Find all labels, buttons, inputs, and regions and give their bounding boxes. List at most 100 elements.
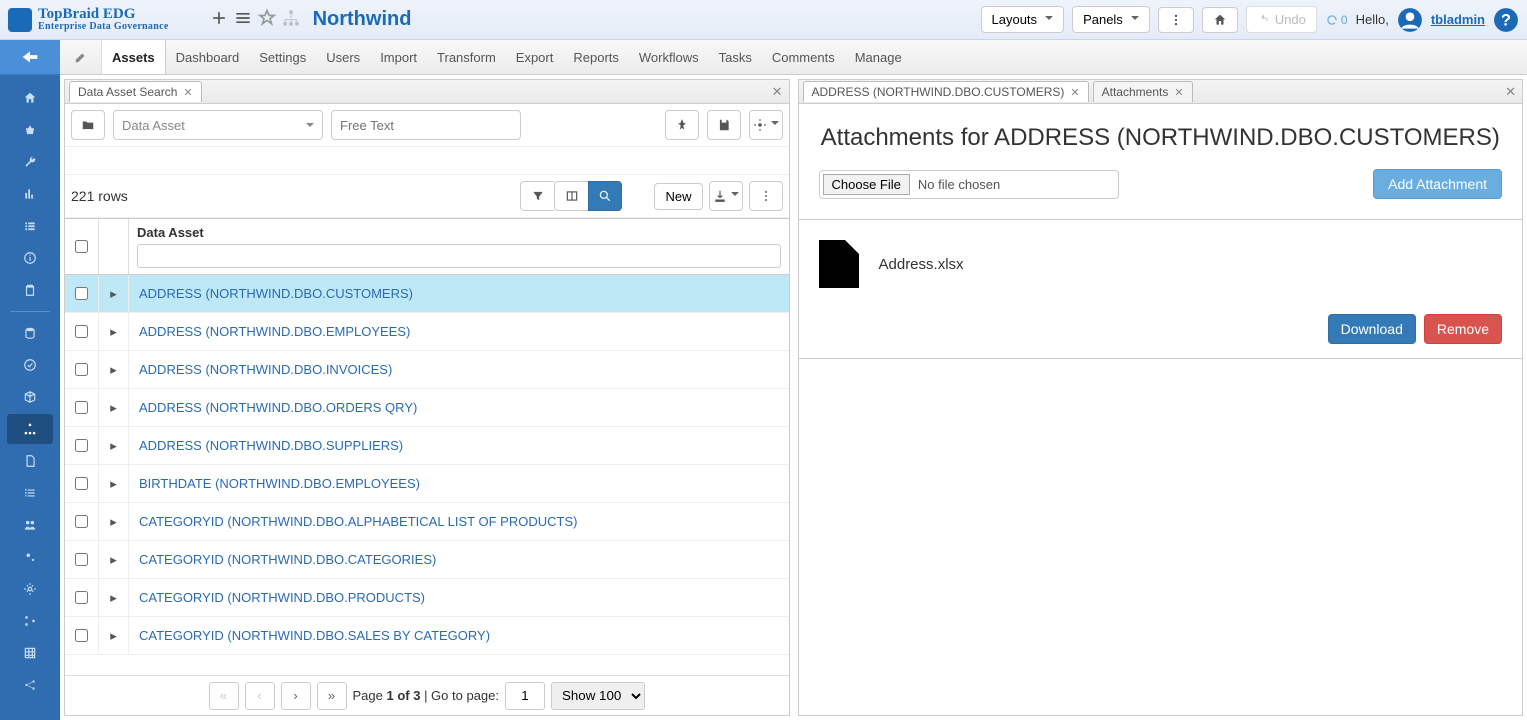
expand-icon[interactable]: ▸ [99,275,129,312]
tab-attachments[interactable]: Attachments ✕ [1093,81,1193,102]
asset-link[interactable]: ADDRESS (NORTHWIND.DBO.SUPPLIERS) [139,438,403,453]
sync-indicator[interactable]: 0 [1325,13,1348,27]
layouts-button[interactable]: Layouts [981,6,1065,33]
expand-icon[interactable]: ▸ [99,389,129,426]
asset-link[interactable]: CATEGORYID (NORTHWIND.DBO.SALES BY CATEG… [139,628,490,643]
rail-wrench-icon[interactable] [7,147,53,177]
row-checkbox[interactable] [75,515,88,528]
table-row[interactable]: ▸ ADDRESS (NORTHWIND.DBO.ORDERS QRY) [65,389,789,427]
asset-link[interactable]: ADDRESS (NORTHWIND.DBO.ORDERS QRY) [139,400,417,415]
export-button[interactable] [709,181,743,211]
expand-icon[interactable]: ▸ [99,541,129,578]
pager-last[interactable]: » [317,682,347,710]
asset-link[interactable]: BIRTHDATE (NORTHWIND.DBO.EMPLOYEES) [139,476,420,491]
menu-workflows[interactable]: Workflows [629,40,709,74]
undo-button[interactable]: Undo [1246,6,1317,33]
row-checkbox[interactable] [75,439,88,452]
rail-cube-icon[interactable] [7,382,53,412]
folder-button[interactable] [71,110,105,140]
row-checkbox[interactable] [75,553,88,566]
asset-link[interactable]: ADDRESS (NORTHWIND.DBO.EMPLOYEES) [139,324,410,339]
asset-link[interactable]: ADDRESS (NORTHWIND.DBO.CUSTOMERS) [139,286,413,301]
rail-info-icon[interactable] [7,243,53,273]
home-button[interactable] [1202,7,1238,33]
remove-button[interactable]: Remove [1424,314,1502,344]
rail-gears-icon[interactable] [7,542,53,572]
search-button[interactable] [588,181,622,211]
panels-button[interactable]: Panels [1072,6,1150,33]
close-icon[interactable]: ✕ [1174,86,1183,99]
close-icon[interactable]: ✕ [183,86,192,99]
rail-gear-icon[interactable] [7,574,53,604]
menu-assets[interactable]: Assets [102,40,166,74]
edit-icon[interactable] [60,40,102,74]
menu-manage[interactable]: Manage [845,40,912,74]
more-button[interactable] [1158,7,1194,33]
table-row[interactable]: ▸ CATEGORYID (NORTHWIND.DBO.CATEGORIES) [65,541,789,579]
rail-assets-icon[interactable] [7,414,53,444]
row-checkbox[interactable] [75,325,88,338]
choose-file-button[interactable]: Choose File [823,174,910,195]
menu-users[interactable]: Users [316,40,370,74]
pager-goto-input[interactable] [505,682,545,710]
pager-first[interactable]: « [209,682,239,710]
select-all-checkbox[interactable] [75,240,88,253]
table-row[interactable]: ▸ADDRESS (NORTHWIND.DBO.INVOICES) [65,351,789,389]
asset-link[interactable]: ADDRESS (NORTHWIND.DBO.INVOICES) [139,362,392,377]
row-checkbox[interactable] [75,629,88,642]
columns-button[interactable] [554,181,588,211]
menu-import[interactable]: Import [370,40,427,74]
expand-icon[interactable]: ▸ [99,503,129,540]
asset-link[interactable]: CATEGORYID (NORTHWIND.DBO.ALPHABETICAL L… [139,514,577,529]
menu-settings[interactable]: Settings [249,40,316,74]
column-header[interactable]: Data Asset [137,225,781,240]
plus-icon[interactable] [209,8,229,31]
row-checkbox[interactable] [75,401,88,414]
column-filter-input[interactable] [137,244,781,268]
more-grid-button[interactable] [749,181,783,211]
menu-export[interactable]: Export [506,40,564,74]
sitemap-icon[interactable] [281,8,301,31]
rail-doc-icon[interactable] [7,446,53,476]
rail-list-icon[interactable] [7,211,53,241]
download-button[interactable]: Download [1328,314,1416,344]
menu-icon[interactable] [233,8,253,31]
asset-link[interactable]: CATEGORYID (NORTHWIND.DBO.PRODUCTS) [139,590,425,605]
filter-button[interactable] [520,181,554,211]
add-attachment-button[interactable]: Add Attachment [1373,169,1502,199]
pager-size-select[interactable]: Show 100 [551,682,645,710]
menu-tasks[interactable]: Tasks [709,40,762,74]
expand-icon[interactable]: ▸ [99,579,129,616]
star-icon[interactable] [257,8,277,31]
table-row[interactable]: ▸ CATEGORYID (NORTHWIND.DBO.PRODUCTS) [65,579,789,617]
asset-link[interactable]: CATEGORYID (NORTHWIND.DBO.CATEGORIES) [139,552,436,567]
rail-check-icon[interactable] [7,350,53,380]
expand-icon[interactable]: ▸ [99,313,129,350]
menu-reports[interactable]: Reports [563,40,629,74]
username-link[interactable]: tbladmin [1431,12,1485,27]
row-checkbox[interactable] [75,591,88,604]
row-checkbox[interactable] [75,363,88,376]
rail-db-icon[interactable] [7,318,53,348]
rail-group-icon[interactable] [7,510,53,540]
pager-prev[interactable]: ‹ [245,682,275,710]
settings-button[interactable] [749,110,783,140]
close-icon[interactable]: ✕ [1070,86,1079,99]
table-row[interactable]: ▸CATEGORYID (NORTHWIND.DBO.SALES BY CATE… [65,617,789,655]
rail-numlist-icon[interactable] [7,478,53,508]
free-text-input[interactable] [331,110,521,140]
expand-icon[interactable]: ▸ [99,465,129,502]
save-button-icon[interactable] [707,110,741,140]
pager-next[interactable]: › [281,682,311,710]
rail-share-icon[interactable] [7,670,53,700]
menu-comments[interactable]: Comments [762,40,845,74]
expand-icon[interactable]: ▸ [99,427,129,464]
rail-chart-icon[interactable] [7,179,53,209]
collapse-sidebar-button[interactable] [0,40,60,75]
tab-data-asset-search[interactable]: Data Asset Search ✕ [69,81,202,102]
menu-transform[interactable]: Transform [427,40,506,74]
row-checkbox[interactable] [75,477,88,490]
file-picker[interactable]: Choose File No file chosen [819,170,1119,199]
row-checkbox[interactable] [75,287,88,300]
help-icon[interactable]: ? [1493,7,1519,33]
